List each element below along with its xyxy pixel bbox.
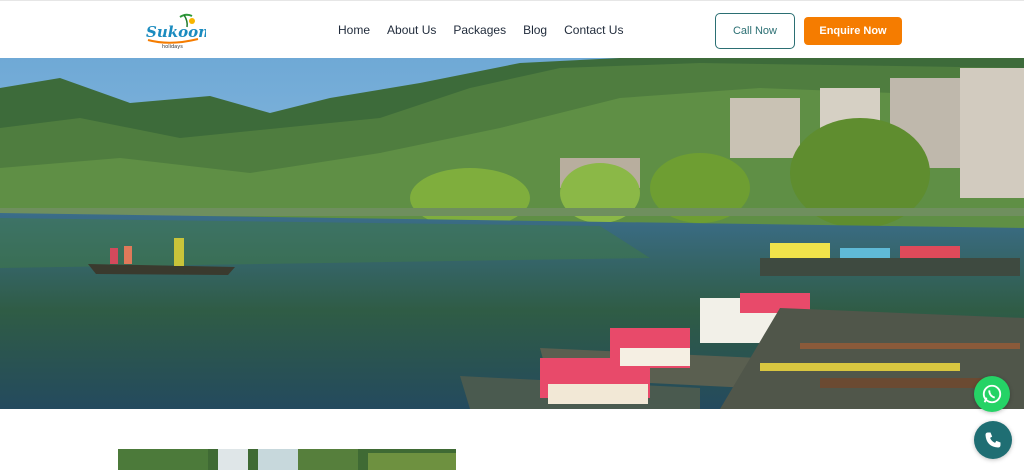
page: Sukoon holidays Home About Us Packages B…	[0, 0, 1024, 470]
brand-logo-graphic: Sukoon holidays	[146, 13, 209, 50]
enquire-now-button[interactable]: Enquire Now	[804, 17, 902, 45]
whatsapp-icon	[982, 384, 1002, 404]
phone-icon	[985, 432, 1001, 448]
call-now-button[interactable]: Call Now	[715, 13, 795, 49]
waterfall-image	[118, 449, 456, 470]
waterfall-thumbnail[interactable]	[118, 449, 456, 470]
nav-contact-us[interactable]: Contact Us	[564, 23, 623, 37]
site-header: Sukoon holidays Home About Us Packages B…	[0, 0, 1024, 58]
phone-button[interactable]	[974, 421, 1012, 459]
brand-logo[interactable]: Sukoon holidays	[140, 13, 209, 51]
logo-subtext: holidays	[162, 44, 183, 50]
nav-packages[interactable]: Packages	[453, 23, 506, 37]
nav-home[interactable]: Home	[338, 23, 370, 37]
nav-about-us[interactable]: About Us	[387, 23, 436, 37]
whatsapp-button[interactable]	[974, 376, 1010, 412]
main-nav: Home About Us Packages Blog Contact Us	[338, 23, 640, 37]
hero-lake-image	[0, 58, 1024, 409]
hero-banner	[0, 58, 1024, 409]
nav-blog[interactable]: Blog	[523, 23, 547, 37]
